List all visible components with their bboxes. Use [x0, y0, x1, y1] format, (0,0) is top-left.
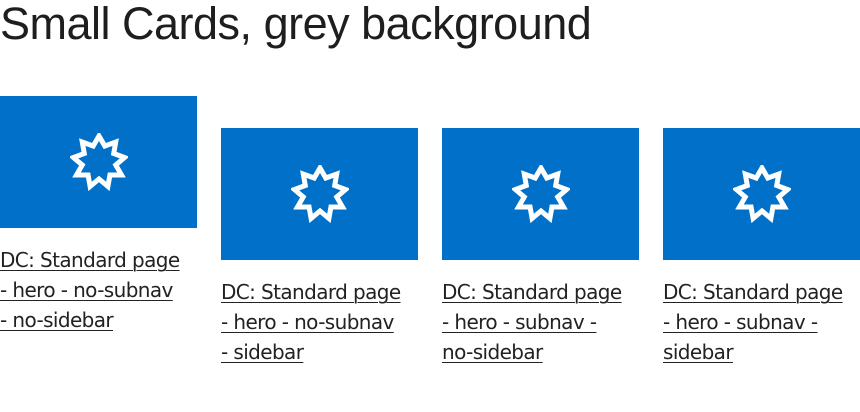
card-title[interactable]: DC: Standard page - hero - subnav - no-s… — [442, 277, 622, 367]
card-title[interactable]: DC: Standard page - hero - no-subnav - s… — [221, 277, 406, 367]
nine-point-star-icon — [290, 165, 349, 223]
card-image[interactable] — [0, 96, 197, 228]
card-title[interactable]: DC: Standard page - hero - no-subnav - n… — [0, 245, 180, 335]
card[interactable]: DC: Standard page - hero - no-subnav - n… — [0, 96, 197, 335]
card-title[interactable]: DC: Standard page - hero - subnav - side… — [663, 277, 848, 367]
nine-point-star-icon — [732, 165, 791, 223]
section-title: Small Cards, grey background — [0, 0, 592, 49]
card[interactable]: DC: Standard page - hero - subnav - no-s… — [442, 128, 639, 367]
nine-point-star-icon — [69, 133, 128, 191]
card-image[interactable] — [663, 128, 860, 260]
card[interactable]: DC: Standard page - hero - no-subnav - s… — [221, 128, 418, 367]
card-image[interactable] — [221, 128, 418, 260]
card[interactable]: DC: Standard page - hero - subnav - side… — [663, 128, 860, 367]
nine-point-star-icon — [511, 165, 570, 223]
card-image[interactable] — [442, 128, 639, 260]
